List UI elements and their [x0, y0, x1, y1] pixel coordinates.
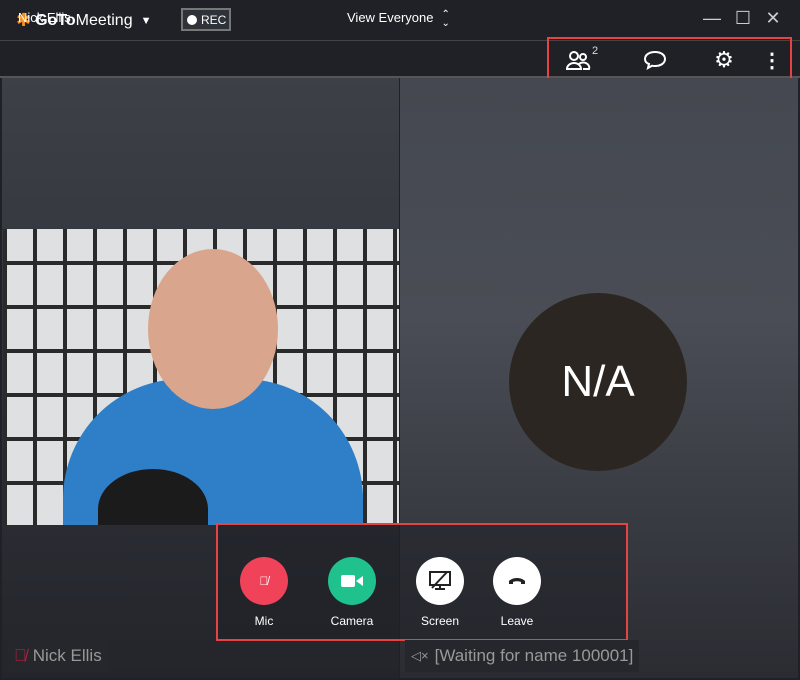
local-name-tag: 🎙̸ Nick Ellis	[8, 640, 108, 672]
mic-muted-icon: 🎙̸	[14, 646, 27, 665]
screen-off-icon	[416, 557, 464, 605]
record-label: REC	[201, 12, 227, 27]
person-head	[148, 249, 278, 409]
presenter-name: Nick Ellis	[18, 10, 71, 25]
avatar-initials: N/A	[561, 357, 635, 406]
leave-label: Leave	[500, 614, 534, 628]
minimize-button[interactable]: —	[700, 8, 724, 30]
avatar: N/A	[509, 293, 687, 471]
speaker-muted-icon: ◁×	[411, 648, 429, 663]
leave-button[interactable]: Leave	[477, 557, 557, 628]
hang-up-icon	[493, 557, 541, 605]
chevron-down-icon: ▼	[140, 14, 152, 27]
screen-label: Screen	[420, 614, 460, 628]
brand-light: Meeting	[75, 11, 133, 29]
view-selector[interactable]: View Everyone ⌃ ⌄	[347, 9, 450, 29]
remote-name-tag: ◁× [Waiting for name 100001]	[405, 640, 640, 672]
close-button[interactable]: ✕	[761, 8, 785, 30]
view-label: View Everyone	[347, 10, 434, 25]
mic-button[interactable]: 🎙̸ Mic	[224, 557, 304, 628]
mic-off-icon: 🎙̸	[240, 557, 288, 605]
local-name: Nick Ellis	[32, 646, 102, 665]
updown-chevron-icon: ⌃ ⌄	[441, 9, 450, 29]
webcam-feed	[3, 229, 399, 525]
record-icon	[187, 14, 197, 25]
camera-icon	[328, 557, 376, 605]
camera-button[interactable]: Camera	[312, 557, 392, 628]
remote-name: [Waiting for name 100001]	[434, 646, 634, 665]
record-button[interactable]: REC	[181, 8, 231, 31]
camera-label: Camera	[330, 614, 374, 628]
screen-share-button[interactable]: Screen	[400, 557, 480, 628]
maximize-button[interactable]: ☐	[731, 8, 755, 30]
mic-label: Mic	[254, 614, 274, 628]
